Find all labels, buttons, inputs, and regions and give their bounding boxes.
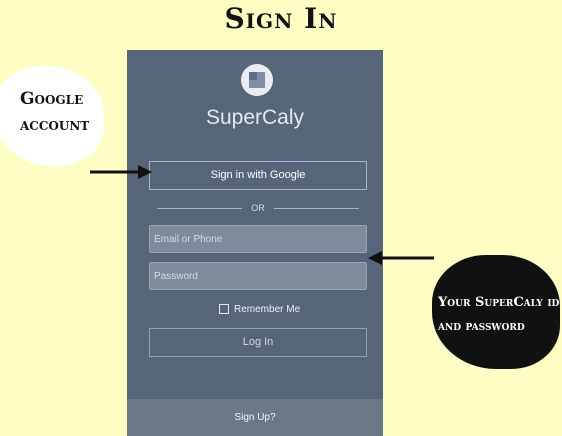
sign-in-with-google-button[interactable]: Sign in with Google [149,161,367,190]
remember-me-label: Remember Me [234,303,301,315]
supercaly-callout-line-1: Your SuperCaly id [438,295,560,310]
supercaly-id-callout: Your SuperCaly id and password [432,255,560,369]
google-callout-line-2: account [20,115,90,135]
email-or-phone-input[interactable] [149,225,367,253]
supercaly-callout-line-2: and password [438,319,525,334]
app-name: SuperCaly [205,106,305,129]
sign-in-panel: SuperCaly Sign in with Google OR Remembe… [127,50,383,436]
page-title: Sign In [224,2,338,35]
arrow-left-icon [368,251,434,265]
app-logo-icon [241,64,273,96]
sign-up-link[interactable]: Sign Up? [127,399,383,436]
divider-line-right [274,208,359,209]
remember-me-row[interactable]: Remember Me [219,302,300,316]
password-input[interactable] [149,262,367,290]
google-callout-line-1: Google [20,89,84,109]
remember-me-checkbox[interactable] [219,304,229,314]
google-account-callout: Google account [0,66,104,166]
arrow-right-icon [90,165,152,179]
or-divider: OR [157,202,359,214]
log-in-button[interactable]: Log In [149,328,367,357]
